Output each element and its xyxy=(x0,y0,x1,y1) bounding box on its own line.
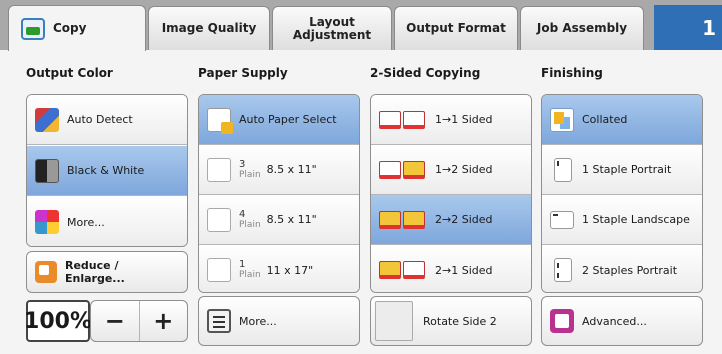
duplex-2-1-option[interactable]: 2→1 Sided xyxy=(371,245,531,292)
paper-more-label: More... xyxy=(239,314,277,328)
list-icon xyxy=(207,309,231,333)
tray-4-option[interactable]: 4 Plain 8.5 x 11" xyxy=(199,195,359,245)
tray-number: 4 xyxy=(239,208,246,220)
tab-bar: Copy Image Quality Layout Adjustment Out… xyxy=(0,0,722,51)
tray-paper-type: Plain xyxy=(239,219,261,230)
paper-icon xyxy=(207,157,231,182)
auto-paper-option[interactable]: Auto Paper Select xyxy=(199,95,359,145)
tab-image-quality-label: Image Quality xyxy=(161,21,257,35)
auto-detect-option[interactable]: Auto Detect xyxy=(27,95,187,145)
finishing-header: Finishing xyxy=(541,66,603,80)
tray-number: 1 xyxy=(239,259,246,270)
two-staples-label: 2 Staples Portrait xyxy=(582,263,678,277)
tray-paper-size: 11 x 17" xyxy=(266,263,314,277)
tab-output-format-label: Output Format xyxy=(406,21,506,35)
rotate-checkbox xyxy=(375,301,413,341)
color-more-icon xyxy=(35,210,59,234)
tab-copy-label: Copy xyxy=(53,21,87,35)
zoom-plus-button[interactable]: + xyxy=(140,301,188,341)
paper-icon xyxy=(207,207,231,232)
staple-landscape-option[interactable]: 1 Staple Landscape xyxy=(542,195,702,245)
staple-portrait-icon xyxy=(554,157,572,182)
duplex-1-2-option[interactable]: 1→2 Sided xyxy=(371,145,531,195)
tray-paper-size: 8.5 x 11" xyxy=(266,213,317,226)
two-sided-group: 1→1 Sided 1→2 Sided 2→2 Sided 2→1 Sided xyxy=(370,94,532,293)
zoom-value[interactable]: 100% xyxy=(24,300,92,342)
tab-layout-adjustment[interactable]: Layout Adjustment xyxy=(272,6,392,50)
tab-page-number: 1 xyxy=(654,5,722,50)
paper-supply-group: Auto Paper Select 3 Plain 8.5 x 11" 4 Pl… xyxy=(198,94,360,293)
tray-3-option[interactable]: 3 Plain 8.5 x 11" xyxy=(199,145,359,195)
collated-icon xyxy=(550,107,574,132)
zoom-stepper: − + xyxy=(90,300,188,342)
tab-copy[interactable]: Copy xyxy=(8,5,146,51)
reduce-enlarge-button[interactable]: Reduce / Enlarge... xyxy=(26,251,188,293)
duplex-2-2-icon xyxy=(379,209,427,231)
duplex-1-2-label: 1→2 Sided xyxy=(435,163,493,176)
finishing-group: Collated 1 Staple Portrait 1 Staple Land… xyxy=(541,94,703,293)
output-color-header: Output Color xyxy=(26,66,113,80)
tray-paper-type: Plain xyxy=(239,169,261,180)
advanced-label: Advanced... xyxy=(582,314,647,328)
output-color-group: Auto Detect Black & White More... xyxy=(26,94,188,247)
paper-icon xyxy=(207,258,231,282)
duplex-2-1-icon xyxy=(379,259,427,281)
duplex-2-2-option[interactable]: 2→2 Sided xyxy=(371,195,531,245)
auto-detect-icon xyxy=(35,107,59,132)
rotate-side-2-label: Rotate Side 2 xyxy=(423,314,497,328)
rotate-side-2-button[interactable]: Rotate Side 2 xyxy=(370,296,532,346)
advanced-icon xyxy=(550,309,574,333)
duplex-2-2-label: 2→2 Sided xyxy=(435,213,493,226)
two-staples-option[interactable]: 2 Staples Portrait xyxy=(542,245,702,292)
two-sided-header: 2-Sided Copying xyxy=(370,66,481,80)
duplex-1-1-label: 1→1 Sided xyxy=(435,113,493,126)
staple-landscape-icon xyxy=(550,210,574,229)
black-white-label: Black & White xyxy=(67,164,145,177)
duplex-1-2-icon xyxy=(379,159,427,181)
auto-paper-label: Auto Paper Select xyxy=(239,113,337,126)
color-more-label: More... xyxy=(67,215,105,229)
paper-more-button[interactable]: More... xyxy=(198,296,360,346)
tab-image-quality[interactable]: Image Quality xyxy=(148,6,270,50)
advanced-button[interactable]: Advanced... xyxy=(541,296,703,346)
tab-output-format[interactable]: Output Format xyxy=(394,6,518,50)
tab-job-assembly-label: Job Assembly xyxy=(536,21,628,35)
zoom-minus-button[interactable]: − xyxy=(91,301,140,341)
staple-landscape-label: 1 Staple Landscape xyxy=(582,213,690,226)
tab-layout-adjustment-label: Layout Adjustment xyxy=(292,14,372,42)
duplex-1-1-option[interactable]: 1→1 Sided xyxy=(371,95,531,145)
tab-job-assembly[interactable]: Job Assembly xyxy=(520,6,644,50)
duplex-1-1-icon xyxy=(379,109,427,131)
staple-portrait-label: 1 Staple Portrait xyxy=(582,163,672,176)
tray-paper-type: Plain xyxy=(239,270,261,280)
black-white-option[interactable]: Black & White xyxy=(27,146,187,196)
duplex-2-1-label: 2→1 Sided xyxy=(435,263,493,277)
tray-number: 3 xyxy=(239,158,246,170)
reduce-enlarge-label-2: Enlarge... xyxy=(65,272,125,285)
two-staples-icon xyxy=(554,258,572,282)
collated-label: Collated xyxy=(582,113,628,126)
tray-paper-size: 8.5 x 11" xyxy=(266,163,317,176)
collated-option[interactable]: Collated xyxy=(542,95,702,145)
copy-icon xyxy=(21,17,45,40)
reduce-enlarge-label-1: Reduce / xyxy=(65,259,119,272)
black-white-icon xyxy=(35,158,59,183)
auto-detect-label: Auto Detect xyxy=(67,113,133,126)
color-more-option[interactable]: More... xyxy=(27,197,187,246)
auto-paper-icon xyxy=(207,107,233,134)
reduce-enlarge-icon xyxy=(35,261,57,283)
tray-1-option[interactable]: 1 Plain 11 x 17" xyxy=(199,245,359,292)
paper-supply-header: Paper Supply xyxy=(198,66,288,80)
staple-portrait-option[interactable]: 1 Staple Portrait xyxy=(542,145,702,195)
